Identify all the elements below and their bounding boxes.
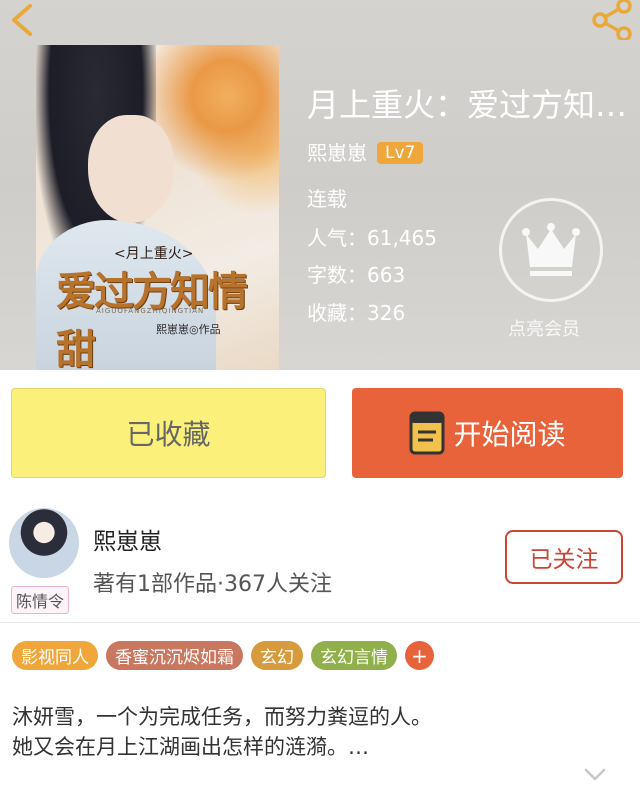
add-tag-button[interactable]: + (405, 641, 434, 670)
book-author-line: 熙崽崽 Lv7 (307, 137, 424, 166)
follow-button[interactable]: 已关注 (505, 530, 623, 584)
vip-label: 点亮会员 (508, 319, 580, 340)
tag-item[interactable]: 香蜜沉沉烬如霜 (106, 641, 243, 670)
description-line: 沐妍雪，一个为完成任务，而努力粪逗的人。 (12, 705, 432, 729)
book-header: <月上重火> 爱过方知情甜 AIGUOFANGZHIQINGTIAN 熙崽崽◎作… (0, 0, 640, 370)
book-author[interactable]: 熙崽崽 (307, 141, 367, 165)
share-icon[interactable] (588, 0, 636, 40)
book-cover[interactable]: <月上重火> 爱过方知情甜 AIGUOFANGZHIQINGTIAN 熙崽崽◎作… (36, 45, 279, 370)
cover-pinyin: AIGUOFANGZHIQINGTIAN (96, 307, 205, 315)
crown-icon (522, 223, 580, 276)
avatar-tag: 陈情令 (11, 586, 70, 614)
divider (0, 622, 640, 623)
tag-list: 影视同人 香蜜沉沉烬如霜 玄幻 玄幻言情 + (12, 641, 434, 670)
book-status: 连载 (307, 187, 347, 211)
author-level-badge: Lv7 (377, 142, 424, 164)
tag-item[interactable]: 玄幻 (251, 641, 303, 670)
back-arrow-icon[interactable] (6, 2, 42, 38)
start-reading-label: 开始阅读 (453, 418, 566, 451)
tag-item[interactable]: 玄幻言情 (311, 641, 397, 670)
cover-author-credit: 熙崽崽◎作品 (156, 323, 221, 336)
follow-label: 已关注 (529, 547, 599, 573)
author-name[interactable]: 熙崽崽 (93, 522, 162, 556)
tag-item[interactable]: 影视同人 (12, 641, 98, 670)
book-icon (409, 411, 445, 455)
start-reading-button[interactable]: 开始阅读 (352, 388, 623, 478)
author-avatar[interactable] (9, 508, 79, 578)
favorited-label: 已收藏 (126, 418, 211, 451)
book-word-count: 字数：663 (307, 263, 406, 287)
favorited-button[interactable]: 已收藏 (11, 388, 326, 478)
author-stats: 著有1部作品·367人关注 (93, 572, 332, 597)
description-line: 她又会在月上江湖画出怎样的涟漪。… (12, 735, 369, 759)
book-title: 月上重火：爱过方知… (307, 86, 628, 124)
chevron-down-icon[interactable] (584, 768, 606, 782)
book-favorites: 收藏：326 (307, 301, 406, 325)
book-description[interactable]: 沐妍雪，一个为完成任务，而努力粪逗的人。 她又会在月上江湖画出怎样的涟漪。… (12, 702, 632, 762)
cover-face (88, 115, 174, 223)
book-popularity: 人气：61,465 (307, 226, 437, 250)
vip-button[interactable] (499, 198, 603, 302)
